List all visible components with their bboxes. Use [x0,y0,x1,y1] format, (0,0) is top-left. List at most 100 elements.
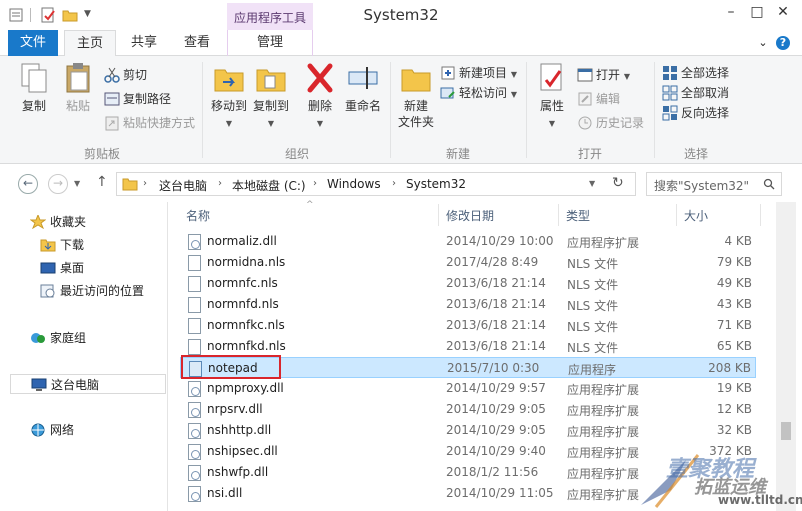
maximize-button[interactable]: □ [744,2,770,22]
file-type: NLS 文件 [567,257,619,271]
column-divider[interactable] [558,204,559,226]
rename-button[interactable]: 重命名 [340,62,386,114]
tab-share[interactable]: 共享 [120,30,168,56]
new-folder-button[interactable]: 新建 文件夹 [394,62,438,130]
column-divider[interactable] [438,204,439,226]
close-button[interactable]: ✕ [770,2,796,22]
cut-label: 剪切 [123,68,148,82]
column-header-name[interactable]: 名称 [186,207,210,224]
file-date: 2014/10/29 10:00 [446,234,554,248]
nav-this-pc[interactable]: 这台电脑 [10,374,166,394]
history-button[interactable]: 历史记录 [577,114,644,132]
table-row[interactable]: npmproxy.dll 2014/10/29 9:57 应用程序扩展 19 KB [180,378,756,399]
table-row[interactable]: normnfkc.nls 2013/6/18 21:14 NLS 文件 71 KB [180,315,756,336]
history-icon [578,116,592,130]
file-date: 2014/10/29 9:05 [446,402,546,416]
tab-home[interactable]: 主页 [64,30,116,57]
tab-manage[interactable]: 管理 [227,30,313,56]
select-all-label: 全部选择 [681,66,730,80]
properties-check-icon [540,63,562,91]
back-button[interactable]: ← [18,174,38,194]
nav-desktop[interactable]: 桌面 [40,258,84,278]
table-row[interactable]: normnfd.nls 2013/6/18 21:14 NLS 文件 43 KB [180,294,756,315]
column-divider[interactable] [676,204,677,226]
copy-path-icon [104,92,120,106]
paste-shortcut-button[interactable]: 粘贴快捷方式 [104,114,195,132]
select-all-button[interactable]: 全部选择 [662,64,729,82]
column-header-date[interactable]: 修改日期 [446,207,494,224]
nav-downloads-label: 下载 [60,238,85,252]
invert-selection-label: 反向选择 [681,106,730,120]
nav-network[interactable]: 网络 [30,420,74,440]
file-size: 49 KB [716,276,752,290]
invert-selection-button[interactable]: 反向选择 [662,104,729,122]
easy-access-label: 轻松访问 [459,86,508,100]
table-row[interactable]: normidna.nls 2017/4/28 8:49 NLS 文件 79 KB [180,252,756,273]
address-dropdown-icon[interactable]: ▼ [589,179,595,188]
address-bar[interactable]: › 这台电脑 › 本地磁盘 (C:) › Windows › System32 … [116,172,636,196]
nav-downloads[interactable]: 下载 [40,235,84,255]
edit-button[interactable]: 编辑 [577,90,620,108]
scrollbar-thumb[interactable] [781,422,791,440]
new-item-button[interactable]: 新建项目 ▼ [440,64,517,82]
column-divider[interactable] [760,204,761,226]
paste-label: 粘贴 [65,99,90,113]
search-box[interactable]: 搜索"System32" [646,172,782,196]
breadcrumb-local-disk[interactable]: 本地磁盘 (C:) [232,177,306,194]
column-header-type[interactable]: 类型 [566,207,590,224]
properties-button[interactable]: 属性 ▼ [532,62,572,132]
easy-access-button[interactable]: 轻松访问 ▼ [440,84,517,102]
breadcrumb-windows[interactable]: Windows [327,177,381,191]
table-row[interactable]: normnfkd.nls 2013/6/18 21:14 NLS 文件 65 KB [180,336,756,357]
file-name: nshipsec.dll [207,444,278,458]
recent-locations-icon[interactable]: ▼ [74,179,80,188]
nav-recent-places[interactable]: 最近访问的位置 [40,281,144,301]
paste-button[interactable]: 粘贴 [58,62,98,114]
nav-desktop-label: 桌面 [60,261,85,275]
select-none-button[interactable]: 全部取消 [662,84,729,102]
copy-button[interactable]: 复制 [14,62,54,114]
file-date: 2014/10/29 11:05 [446,486,554,500]
table-row[interactable]: normaliz.dll 2014/10/29 10:00 应用程序扩展 4 KB [180,231,756,252]
copy-to-button[interactable]: 复制到 ▼ [250,62,292,132]
breadcrumb-this-pc[interactable]: 这台电脑 [159,177,207,194]
collapse-ribbon-icon[interactable]: ⌄ [756,36,770,50]
new-folder-icon [401,69,431,92]
file-type: 应用程序扩展 [567,488,640,502]
breadcrumb-system32[interactable]: System32 [406,177,466,191]
table-row[interactable]: normnfc.nls 2013/6/18 21:14 NLS 文件 49 KB [180,273,756,294]
copy-to-caret-icon: ▼ [267,119,275,128]
new-item-label: 新建项目 [459,66,508,80]
help-icon[interactable]: ? [776,36,790,50]
clipboard-group-label: 剪贴板 [83,147,120,161]
tab-file[interactable]: 文件 [8,30,58,56]
nav-favorites[interactable]: 收藏夹 [30,212,86,232]
minimize-button[interactable]: – [718,2,744,22]
up-arrow-icon[interactable]: ↑ [96,174,108,190]
easy-access-icon [440,87,455,99]
tab-view[interactable]: 查看 [172,30,222,56]
open-button[interactable]: 打开 ▼ [577,66,630,84]
cut-button[interactable]: 剪切 [104,66,147,84]
ribbon-divider [526,62,527,158]
nav-homegroup[interactable]: 家庭组 [30,328,86,348]
move-to-button[interactable]: 移动到 ▼ [208,62,250,132]
open-icon [577,68,593,82]
properties-caret-icon: ▼ [548,119,556,128]
table-row[interactable]: nshhttp.dll 2014/10/29 9:05 应用程序扩展 32 KB [180,420,756,441]
search-icon[interactable] [763,178,775,190]
scissors-icon [104,67,120,83]
delete-button[interactable]: 删除 ▼ [300,62,340,132]
file-type: NLS 文件 [567,341,619,355]
open-label: 打开 [596,68,621,82]
copy-path-button[interactable]: 复制路径 [104,90,171,108]
forward-button[interactable]: → [48,174,68,194]
highlight-box-notepad [181,355,281,379]
file-name: npmproxy.dll [207,381,284,395]
select-group-label: 选择 [683,147,708,161]
file-type: 应用程序扩展 [567,467,640,481]
file-size: 12 KB [716,402,752,416]
column-header-size[interactable]: 大小 [684,207,708,224]
table-row[interactable]: nrpsrv.dll 2014/10/29 9:05 应用程序扩展 12 KB [180,399,756,420]
refresh-icon[interactable]: ↻ [612,175,624,191]
